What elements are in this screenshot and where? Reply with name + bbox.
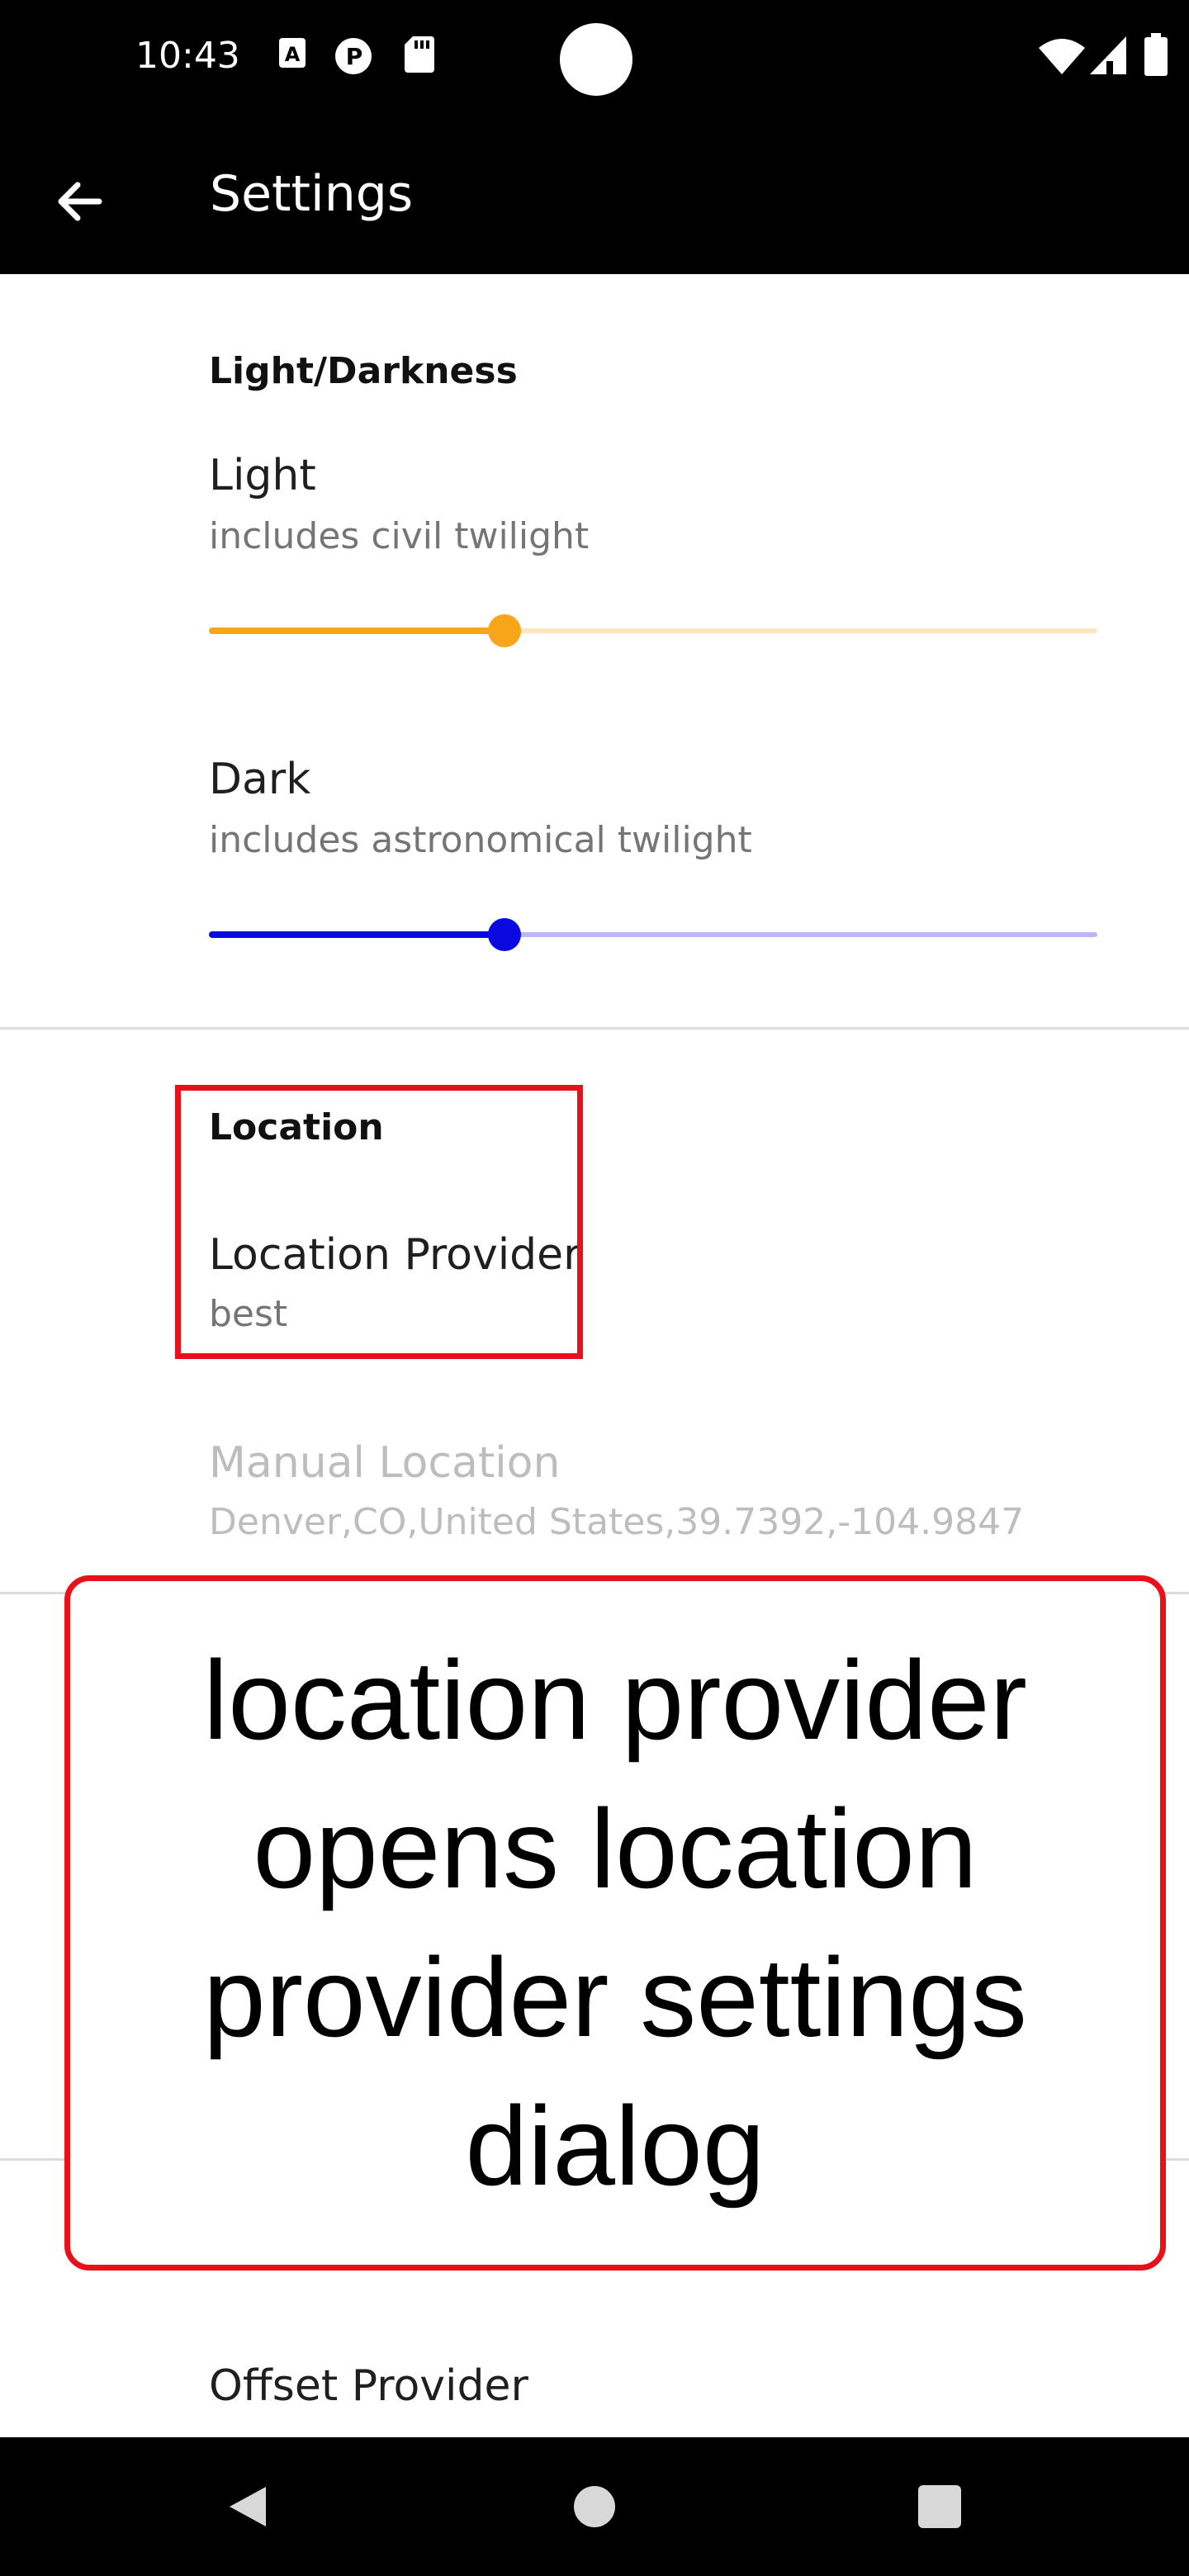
light-title: Light <box>209 451 316 500</box>
dark-title: Dark <box>209 755 311 804</box>
light-slider-thumb[interactable] <box>488 614 522 647</box>
sd-card-icon <box>405 36 434 73</box>
light-slider[interactable] <box>209 614 1097 647</box>
dark-slider[interactable] <box>209 918 1097 951</box>
manual-location-summary: Denver,CO,United States,39.7392,-104.984… <box>209 1501 1025 1543</box>
manual-location-title: Manual Location <box>209 1438 561 1488</box>
offset-provider-title[interactable]: Offset Provider <box>209 2361 528 2411</box>
svg-text:A: A <box>285 43 301 66</box>
back-triangle-icon[interactable] <box>223 2482 272 2531</box>
light-slider-fill <box>209 627 505 634</box>
category-light-darkness: Light/Darkness <box>209 350 518 392</box>
app-bar: Settings <box>0 116 1189 274</box>
status-time: 10:43 <box>135 35 240 77</box>
highlight-box <box>175 1085 583 1359</box>
front-camera <box>560 23 632 96</box>
dark-summary: includes astronomical twilight <box>209 819 752 861</box>
dark-slider-fill <box>209 931 505 938</box>
navigation-bar <box>0 2437 1189 2576</box>
recents-square-icon[interactable] <box>915 2482 964 2531</box>
home-circle-icon[interactable] <box>570 2482 619 2531</box>
wifi-icon <box>1039 39 1085 74</box>
divider <box>0 1027 1189 1030</box>
annotation-callout: location provider opens location provide… <box>64 1575 1166 2271</box>
dark-slider-thumb[interactable] <box>488 918 522 951</box>
battery-icon <box>1144 33 1168 76</box>
signal-icon <box>1090 36 1126 74</box>
annotation-text: location provider opens location provide… <box>203 1637 1027 2209</box>
p-icon: P <box>335 38 372 74</box>
status-bar: 10:43 A P <box>0 0 1189 116</box>
page-title: Settings <box>210 165 414 223</box>
svg-text:P: P <box>346 43 363 70</box>
arrow-back-icon[interactable] <box>46 168 112 234</box>
a-icon: A <box>279 38 306 68</box>
light-summary: includes civil twilight <box>209 515 590 557</box>
